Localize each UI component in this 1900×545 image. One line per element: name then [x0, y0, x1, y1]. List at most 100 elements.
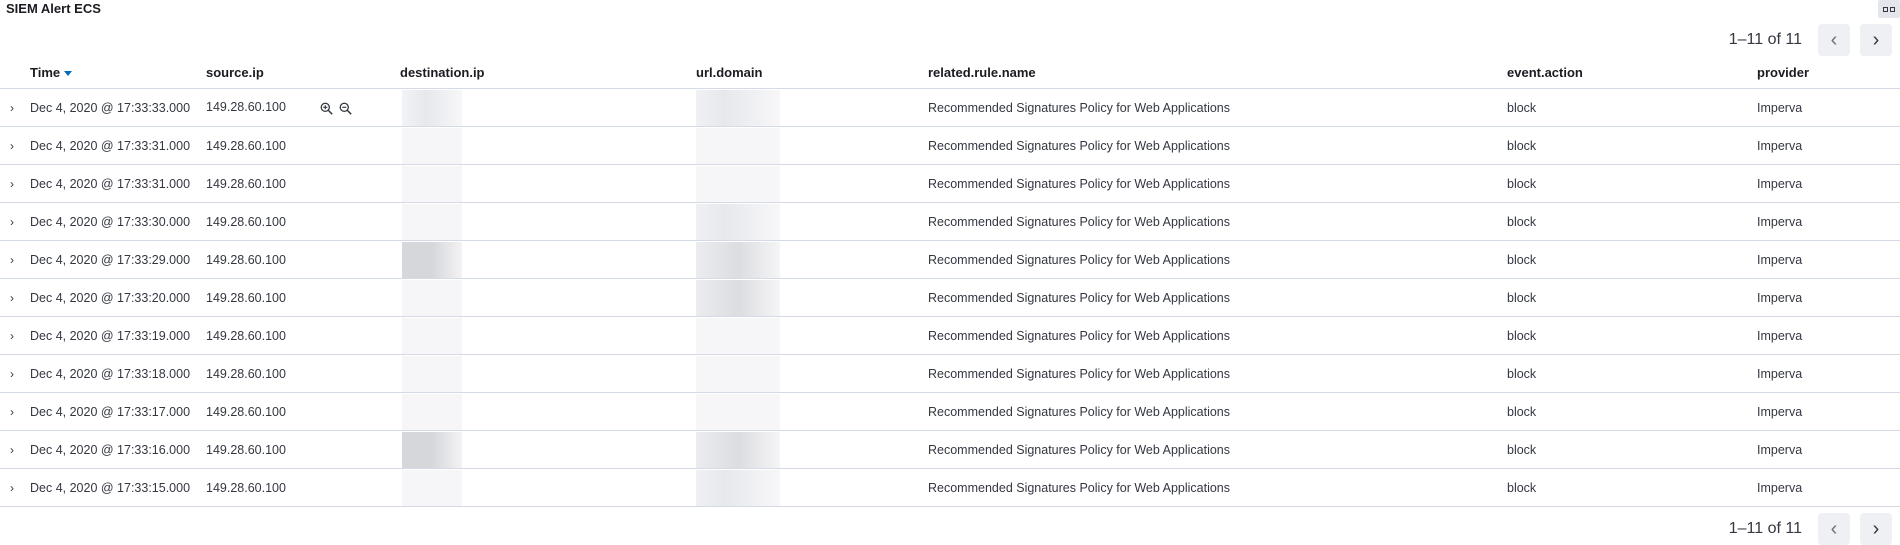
- cell-source-ip[interactable]: 149.28.60.100: [206, 354, 400, 393]
- cell-time: Dec 4, 2020 @ 17:33:33.000: [24, 88, 206, 127]
- table-row: › Dec 4, 2020 @ 17:33:33.000 149.28.60.100…: [0, 88, 1900, 127]
- cell-event-action: block: [1507, 392, 1757, 431]
- cell-rule-name: Recommended Signatures Policy for Web Ap…: [928, 392, 1507, 431]
- column-header-time[interactable]: Time: [24, 56, 206, 89]
- redacted-value: [402, 431, 462, 468]
- cell-url-domain[interactable]: [696, 202, 928, 241]
- cell-time: Dec 4, 2020 @ 17:33:19.000: [24, 316, 206, 355]
- cell-destination-ip[interactable]: [400, 354, 696, 393]
- cell-provider: Imperva: [1757, 278, 1900, 317]
- table-row: › Dec 4, 2020 @ 17:33:20.000 149.28.60.100…: [0, 278, 1900, 317]
- cell-destination-ip[interactable]: [400, 88, 696, 127]
- cell-source-ip[interactable]: 149.28.60.100: [206, 392, 400, 431]
- cell-rule-name: Recommended Signatures Policy for Web Ap…: [928, 126, 1507, 165]
- chevron-right-icon[interactable]: ›: [0, 88, 24, 127]
- cell-time: Dec 4, 2020 @ 17:33:31.000: [24, 126, 206, 165]
- cell-url-domain[interactable]: [696, 164, 928, 203]
- cell-source-ip[interactable]: 149.28.60.100: [206, 468, 400, 507]
- column-header-provider[interactable]: provider: [1757, 56, 1900, 89]
- cell-destination-ip[interactable]: [400, 126, 696, 165]
- cell-event-action: block: [1507, 430, 1757, 469]
- chevron-right-icon[interactable]: ›: [0, 316, 24, 355]
- cell-url-domain[interactable]: [696, 240, 928, 279]
- table-row: › Dec 4, 2020 @ 17:33:17.000 149.28.60.100…: [0, 392, 1900, 431]
- chevron-right-icon[interactable]: ›: [1860, 24, 1892, 56]
- cell-url-domain[interactable]: [696, 126, 928, 165]
- redacted-value: [696, 203, 780, 240]
- cell-time: Dec 4, 2020 @ 17:33:15.000: [24, 468, 206, 507]
- cell-event-action: block: [1507, 354, 1757, 393]
- cell-destination-ip[interactable]: [400, 468, 696, 507]
- cell-url-domain[interactable]: [696, 88, 928, 127]
- magnify-plus-icon[interactable]: [320, 102, 333, 115]
- column-header-rule-name[interactable]: related.rule.name: [928, 56, 1507, 89]
- redacted-value: [696, 469, 780, 506]
- chevron-right-icon[interactable]: ›: [1860, 513, 1892, 545]
- redacted-value: [696, 165, 780, 202]
- cell-provider: Imperva: [1757, 202, 1900, 241]
- chevron-left-icon[interactable]: ‹: [1818, 24, 1850, 56]
- column-header-destination-ip[interactable]: destination.ip: [400, 56, 696, 89]
- chevron-right-icon[interactable]: ›: [0, 240, 24, 279]
- magnify-minus-icon[interactable]: [339, 102, 352, 115]
- chevron-right-icon[interactable]: ›: [0, 202, 24, 241]
- panel-options-icon[interactable]: [1878, 0, 1900, 18]
- cell-rule-name: Recommended Signatures Policy for Web Ap…: [928, 430, 1507, 469]
- chevron-right-icon[interactable]: ›: [0, 126, 24, 165]
- cell-url-domain[interactable]: [696, 468, 928, 507]
- cell-source-ip[interactable]: 149.28.60.100: [206, 316, 400, 355]
- table-row: › Dec 4, 2020 @ 17:33:30.000 149.28.60.100…: [0, 202, 1900, 241]
- cell-destination-ip[interactable]: [400, 316, 696, 355]
- cell-destination-ip[interactable]: [400, 392, 696, 431]
- cell-time: Dec 4, 2020 @ 17:33:18.000: [24, 354, 206, 393]
- cell-rule-name: Recommended Signatures Policy for Web Ap…: [928, 202, 1507, 241]
- cell-time: Dec 4, 2020 @ 17:33:29.000: [24, 240, 206, 279]
- chevron-right-icon[interactable]: ›: [0, 468, 24, 507]
- cell-rule-name: Recommended Signatures Policy for Web Ap…: [928, 164, 1507, 203]
- cell-destination-ip[interactable]: [400, 164, 696, 203]
- redacted-value: [402, 469, 462, 506]
- cell-url-domain[interactable]: [696, 354, 928, 393]
- cell-provider: Imperva: [1757, 316, 1900, 355]
- table-row: › Dec 4, 2020 @ 17:33:15.000 149.28.60.100…: [0, 468, 1900, 507]
- cell-source-ip[interactable]: 149.28.60.100: [206, 278, 400, 317]
- cell-source-ip[interactable]: 149.28.60.100: [206, 88, 400, 127]
- cell-destination-ip[interactable]: [400, 430, 696, 469]
- cell-url-domain[interactable]: [696, 278, 928, 317]
- chevron-left-icon[interactable]: ‹: [1818, 513, 1850, 545]
- cell-destination-ip[interactable]: [400, 278, 696, 317]
- redacted-value: [696, 241, 780, 278]
- chevron-right-icon[interactable]: ›: [0, 430, 24, 469]
- cell-provider: Imperva: [1757, 354, 1900, 393]
- cell-url-domain[interactable]: [696, 392, 928, 431]
- cell-source-ip[interactable]: 149.28.60.100: [206, 202, 400, 241]
- redacted-value: [696, 127, 780, 164]
- cell-provider: Imperva: [1757, 126, 1900, 165]
- cell-provider: Imperva: [1757, 240, 1900, 279]
- cell-source-ip[interactable]: 149.28.60.100: [206, 430, 400, 469]
- sort-descending-icon[interactable]: [64, 70, 73, 76]
- cell-rule-name: Recommended Signatures Policy for Web Ap…: [928, 468, 1507, 507]
- chevron-right-icon[interactable]: ›: [0, 354, 24, 393]
- redacted-value: [696, 89, 780, 126]
- cell-source-ip[interactable]: 149.28.60.100: [206, 164, 400, 203]
- cell-url-domain[interactable]: [696, 316, 928, 355]
- redacted-value: [402, 165, 462, 202]
- chevron-right-icon[interactable]: ›: [0, 278, 24, 317]
- cell-source-ip[interactable]: 149.28.60.100: [206, 126, 400, 165]
- cell-time: Dec 4, 2020 @ 17:33:16.000: [24, 430, 206, 469]
- chevron-right-icon[interactable]: ›: [0, 164, 24, 203]
- redacted-value: [402, 279, 462, 316]
- pagination-top: 1–11 of 11 ‹ ›: [1729, 24, 1892, 56]
- pagination-bottom: 1–11 of 11 ‹ ›: [1729, 513, 1892, 545]
- cell-destination-ip[interactable]: [400, 240, 696, 279]
- column-header-event-action[interactable]: event.action: [1507, 56, 1757, 89]
- column-header-url-domain[interactable]: url.domain: [696, 56, 928, 89]
- redacted-value: [696, 279, 780, 316]
- cell-source-ip[interactable]: 149.28.60.100: [206, 240, 400, 279]
- column-header-source-ip[interactable]: source.ip: [206, 56, 400, 89]
- cell-destination-ip[interactable]: [400, 202, 696, 241]
- chevron-right-icon[interactable]: ›: [0, 392, 24, 431]
- cell-url-domain[interactable]: [696, 430, 928, 469]
- redacted-value: [696, 431, 780, 468]
